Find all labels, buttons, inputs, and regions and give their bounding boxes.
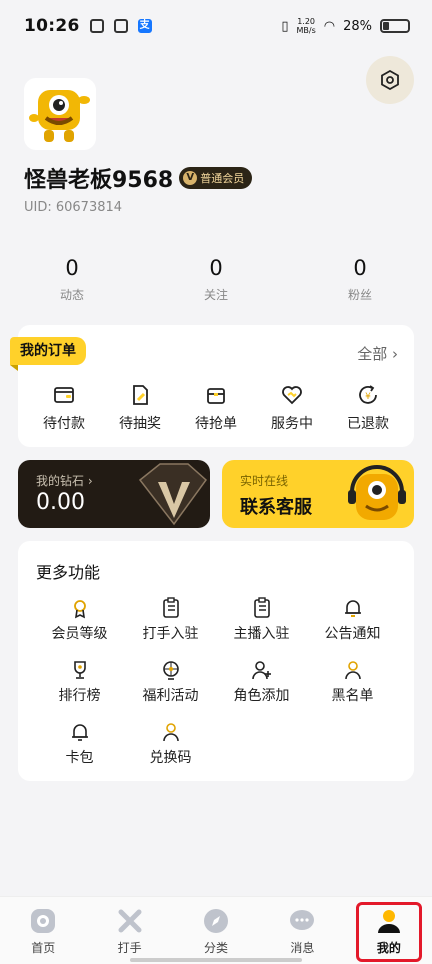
contact-service-label: 联系客服 [240,497,312,518]
tab-categories[interactable]: 分类 [173,897,259,964]
feature-streamer-join[interactable]: 主播入驻 [216,597,307,643]
monster-headset-icon [348,465,406,520]
vibrate-icon: ▯ [281,18,289,34]
stat-followers[interactable]: 0 粉丝 [288,256,432,316]
wheel-icon [162,661,179,680]
stat-value: 0 [353,256,367,280]
user-icon [162,723,179,742]
settings-button[interactable] [366,56,414,104]
clipboard-icon [162,597,179,618]
stat-value: 0 [65,256,79,280]
app-notification-icon [89,19,104,33]
feature-announcements[interactable]: 公告通知 [307,597,398,643]
diamond-v-icon [138,463,208,526]
feature-blacklist[interactable]: 黑名单 [307,659,398,705]
heart-handshake-icon [282,386,302,405]
customer-service-card[interactable]: 实时在线 联系客服 [222,460,414,528]
network-speed: 1.20 MB/s [296,17,316,35]
feature-add-role[interactable]: 角色添加 [216,659,307,705]
feature-member-level[interactable]: 会员等级 [34,597,125,643]
orders-card: 我的订单 全部 › 待付款 待抽奖 待抢单 服务中 ¥ 已退款 [10,325,414,447]
stat-label: 动态 [59,288,84,302]
active-tab-highlight [356,902,422,962]
svg-text:¥: ¥ [365,392,371,402]
member-badge[interactable]: V 普通会员 [179,167,253,189]
bell-icon [344,600,361,617]
order-pending-grab[interactable]: 待抢单 [181,383,251,433]
stat-following[interactable]: 0 关注 [144,256,288,316]
refund-icon: ¥ [359,385,377,404]
diamond-value: 0.00 [36,490,85,515]
service-status: 实时在线 [240,474,289,488]
trophy-icon [73,661,86,679]
stat-posts[interactable]: 0 动态 [0,256,144,316]
orders-title: 我的订单 [10,337,86,371]
diamond-title: 我的钻石 › [36,474,93,488]
feature-card-pack[interactable]: 卡包 [34,721,125,767]
status-bar: 10:26 支 ▯ 1.20 MB/s ◠ 28% [0,0,432,52]
chevron-right-icon: › [392,345,398,363]
chat-icon [290,910,315,930]
wallet-icon [54,387,74,403]
profile-name-row: 怪兽老板9568 V 普通会员 [24,162,253,194]
swords-icon [118,909,142,933]
user-icon [344,661,361,680]
feature-welfare[interactable]: 福利活动 [125,659,216,705]
monster-avatar-image [29,90,90,142]
order-refunded[interactable]: ¥ 已退款 [333,383,403,433]
alipay-icon: 支 [137,19,152,33]
tab-players[interactable]: 打手 [86,897,172,964]
stat-value: 0 [209,256,223,280]
document-pen-icon [133,385,148,405]
box-icon [207,388,225,404]
feature-redeem-code[interactable]: 兑换码 [125,721,216,767]
feature-leaderboard[interactable]: 排行榜 [34,659,125,705]
wifi-icon: ◠ [323,18,336,34]
tab-messages[interactable]: 消息 [259,897,345,964]
stats-row: 0 动态 0 关注 0 粉丝 [0,256,432,316]
home-indicator [130,958,302,962]
avatar[interactable] [24,78,96,150]
orders-all-link[interactable]: 全部 › [357,343,398,364]
feature-player-join[interactable]: 打手入驻 [125,597,216,643]
user-id: UID: 60673814 [24,200,123,215]
settings-icon [381,70,399,90]
mail-icon [113,19,128,33]
order-pending-draw[interactable]: 待抽奖 [105,383,175,433]
more-functions-title: 更多功能 [36,563,101,582]
stat-label: 粉丝 [347,288,372,302]
tab-home[interactable]: 首页 [0,897,86,964]
medal-icon [73,600,86,619]
battery-icon [380,19,410,33]
battery-percent: 28% [343,18,372,34]
home-icon [31,909,56,933]
compass-icon [204,909,229,933]
stat-label: 关注 [203,288,228,302]
order-in-service[interactable]: 服务中 [257,383,327,433]
vip-icon: V [183,171,198,185]
user-plus-icon [251,661,271,680]
more-functions-card: 更多功能 会员等级 打手入驻 主播入驻 公告通知 排行榜 福利活动 角色添加 黑… [18,541,414,781]
diamond-card[interactable]: 我的钻石 › 0.00 [18,460,210,528]
username: 怪兽老板9568 [24,168,174,193]
order-pending-payment[interactable]: 待付款 [29,383,99,433]
status-time: 10:26 [24,16,80,36]
clipboard-icon [253,597,270,618]
bell-icon [71,724,88,741]
